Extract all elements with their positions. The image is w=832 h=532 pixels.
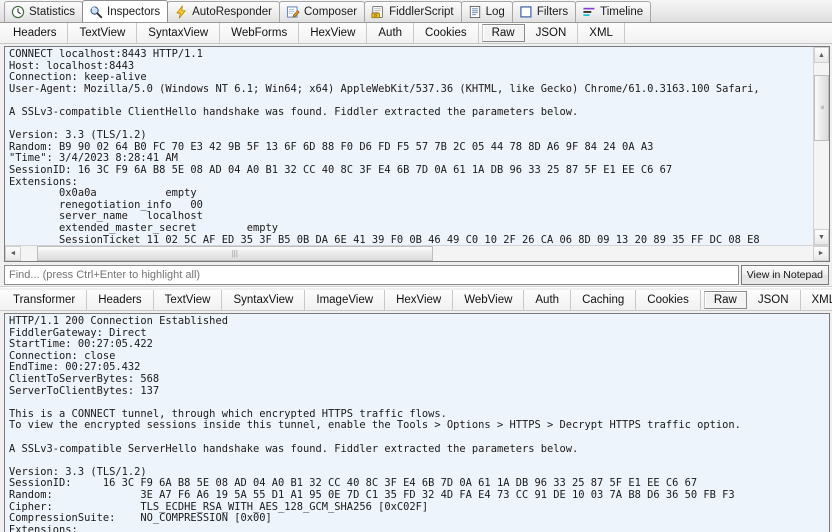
scroll-left-arrow-icon[interactable]: ◄ [5,246,21,261]
request-vertical-scrollbar[interactable]: ▲ ≡ ▼ [813,47,829,245]
filter-square-icon [519,5,533,19]
request-tab-json[interactable]: JSON [525,23,579,43]
request-subtab-strip: Headers TextView SyntaxView WebForms HexView… [0,23,832,44]
lightning-icon [176,5,186,19]
js-script-icon: JS [371,5,383,19]
response-tab-json[interactable]: JSON [747,290,801,310]
request-tab-webforms[interactable]: WebForms [220,23,300,43]
main-tab-label: Composer [304,6,358,18]
response-tab-caching[interactable]: Caching [571,290,637,310]
request-tab-cookies[interactable]: Cookies [414,23,479,43]
request-tab-raw[interactable]: Raw [481,24,525,42]
main-tab-timeline[interactable]: Timeline [575,1,652,22]
main-tab-autoresponder[interactable]: AutoResponder [167,1,280,22]
request-tab-textview[interactable]: TextView [68,23,138,43]
main-tab-filters[interactable]: Filters [511,1,577,22]
request-tab-hexview[interactable]: HexView [299,23,368,43]
request-tab-filler [625,23,832,43]
lightning-icon [174,5,188,19]
main-tab-strip: Statistics Inspectors AutoResponder Compose… [0,0,832,23]
response-text-canvas[interactable]: HTTP/1.1 200 Connection Established Fidd… [5,314,829,532]
response-tab-transformer[interactable]: Transformer [2,290,88,310]
response-subtab-strip: Transformer Headers TextView SyntaxView Imag… [0,290,832,311]
request-tab-syntaxview[interactable]: SyntaxView [137,23,221,43]
request-tab-auth[interactable]: Auth [367,23,415,43]
response-tab-auth[interactable]: Auth [524,290,572,310]
request-hscroll-thumb[interactable]: ||| [36,246,433,261]
request-pane: CONNECT localhost:8443 HTTP/1.1 Host: lo… [0,44,832,262]
response-tab-syntaxview[interactable]: SyntaxView [222,290,306,310]
compose-pencil-icon [286,6,300,18]
svg-text:JS: JS [373,14,378,18]
request-vscroll-thumb[interactable]: ≡ [814,74,829,141]
scrollbar-grip-icon: ≡ [818,105,825,111]
fiddler-inspectors-window: Statistics Inspectors AutoResponder Compose… [0,0,832,532]
request-tab-xml[interactable]: XML [578,23,625,43]
response-tab-webview[interactable]: WebView [453,290,525,310]
response-raw-text: HTTP/1.1 200 Connection Established Fidd… [9,315,741,532]
compose-pencil-icon [286,5,300,19]
find-bar: View in Notepad [4,265,829,285]
response-tab-hexview[interactable]: HexView [385,290,454,310]
filter-square-icon [520,6,532,18]
main-tab-label: AutoResponder [192,6,272,18]
response-tab-xml[interactable]: XML [801,290,832,310]
request-vscroll-track[interactable]: ≡ [814,63,829,229]
request-raw-text: CONNECT localhost:8443 HTTP/1.1 Host: lo… [9,48,760,245]
request-text-canvas[interactable]: CONNECT localhost:8443 HTTP/1.1 Host: lo… [5,47,813,245]
request-tab-headers[interactable]: Headers [2,23,69,43]
main-tab-label: FiddlerScript [389,6,454,18]
response-raw-viewer[interactable]: HTTP/1.1 200 Connection Established Fidd… [4,313,830,532]
scrollbar-grip-icon: ||| [231,249,238,258]
main-tab-composer[interactable]: Composer [279,1,366,22]
clock-icon [11,5,25,19]
main-tab-label: Statistics [29,6,76,18]
response-pane: HTTP/1.1 200 Connection Established Fidd… [0,311,832,532]
log-list-icon [469,5,480,19]
timeline-bars-icon [582,5,596,19]
scroll-down-arrow-icon[interactable]: ▼ [814,229,829,245]
main-tab-statistics[interactable]: Statistics [4,1,84,22]
main-tab-label: Log [485,6,505,18]
main-tab-fiddlerscript[interactable]: JS FiddlerScript [364,1,462,22]
magnifier-icon [90,5,103,18]
find-input[interactable] [4,265,739,285]
main-tab-label: Filters [536,6,569,18]
response-tab-cookies[interactable]: Cookies [636,290,701,310]
log-list-icon [468,5,482,19]
magnifier-icon [89,5,103,19]
js-script-icon: JS [371,5,385,19]
request-raw-viewer[interactable]: CONNECT localhost:8443 HTTP/1.1 Host: lo… [4,46,830,262]
response-tab-imageview[interactable]: ImageView [305,290,386,310]
response-tab-textview[interactable]: TextView [154,290,223,310]
main-tab-label: Timeline [600,6,644,18]
timeline-bars-icon [583,7,595,16]
main-tab-inspectors[interactable]: Inspectors [82,0,169,22]
view-in-notepad-button[interactable]: View in Notepad [740,265,829,285]
request-hscroll-track[interactable]: ||| [21,246,813,261]
response-tab-headers[interactable]: Headers [87,290,154,310]
main-tab-label: Inspectors [107,5,161,18]
clock-icon [11,5,25,19]
scroll-right-arrow-icon[interactable]: ► [813,246,829,261]
main-tab-log[interactable]: Log [460,1,513,22]
scroll-up-arrow-icon[interactable]: ▲ [814,47,829,63]
response-tab-raw[interactable]: Raw [703,291,747,309]
request-horizontal-scrollbar[interactable]: ◄ ||| ► [5,245,829,261]
